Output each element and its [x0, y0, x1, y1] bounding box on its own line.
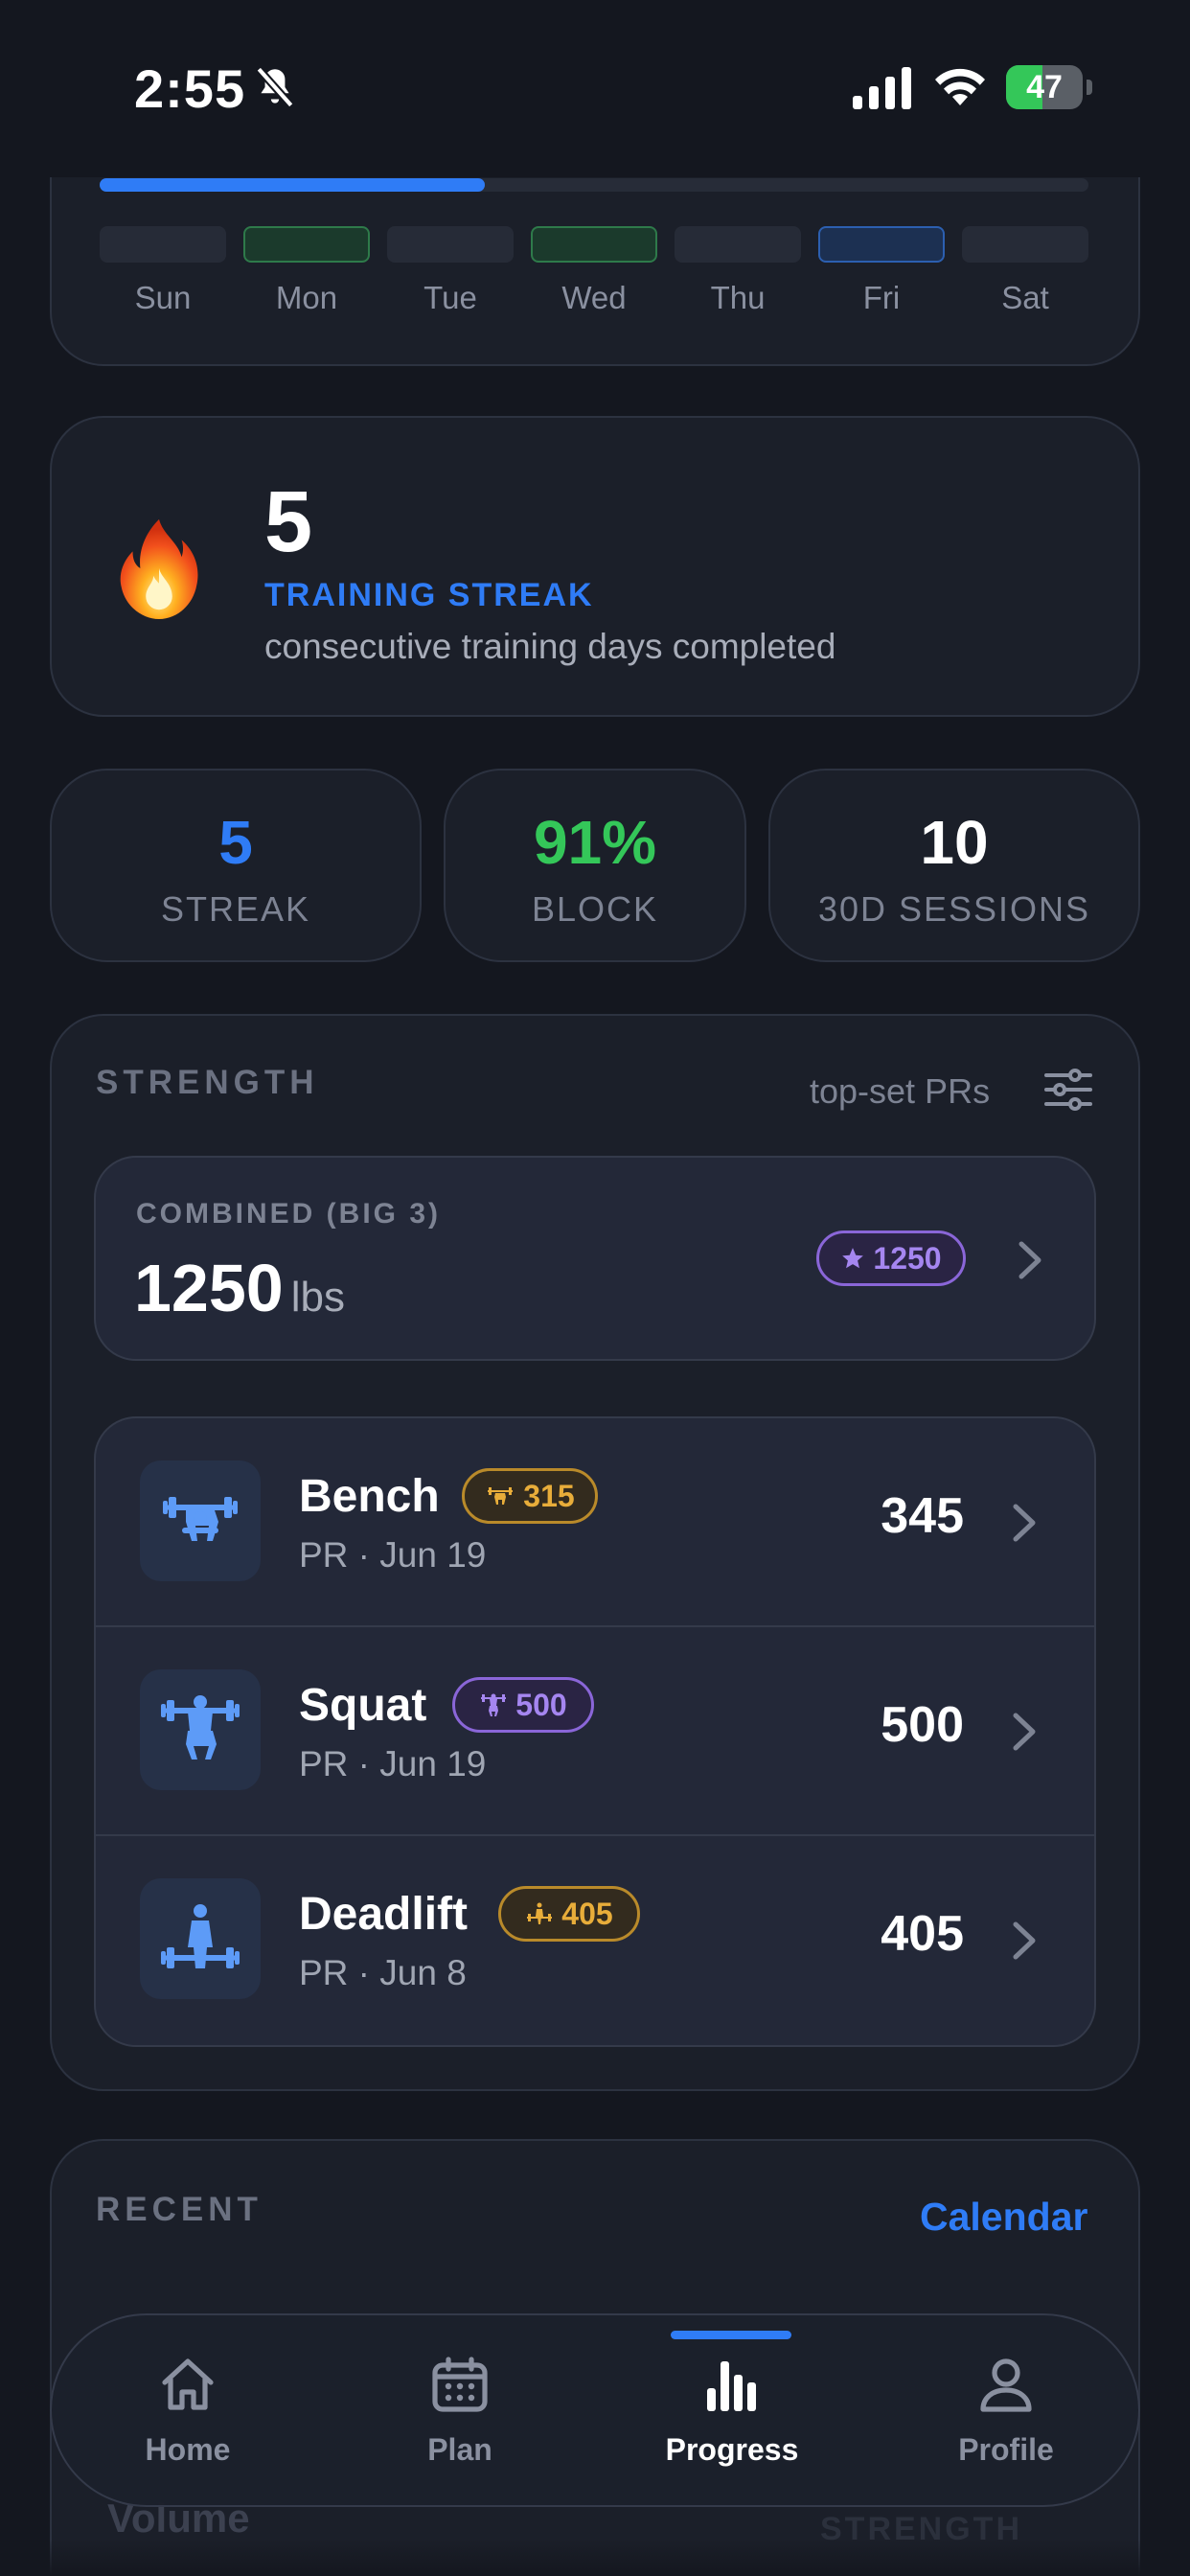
chevron-right-icon: [1018, 1241, 1041, 1279]
lift-name: Squat: [299, 1680, 427, 1731]
stat-value: 10: [920, 808, 989, 877]
chevron-right-icon: [1013, 1504, 1036, 1542]
battery-level: 47: [1026, 69, 1063, 105]
lift-pr-badge: 315: [462, 1468, 598, 1524]
wifi-icon: [935, 68, 985, 105]
bench-press-icon: [140, 1460, 261, 1581]
lift-pr-badge: 500: [452, 1677, 594, 1733]
stat-label: BLOCK: [531, 889, 659, 929]
training-streak-card[interactable]: [50, 416, 1140, 717]
day-indicator-fri: [818, 226, 945, 263]
day-indicator-tue: [387, 226, 514, 263]
streak-title: TRAINING STREAK: [264, 577, 594, 613]
pr-filter-label[interactable]: top-set PRs: [810, 1071, 990, 1112]
status-time: 2:55: [134, 58, 246, 119]
calendar-link[interactable]: Calendar: [920, 2195, 1087, 2240]
tab-plan[interactable]: Plan: [364, 2315, 556, 2507]
bell-muted-icon: [256, 66, 294, 108]
badge-value: 1250: [873, 1240, 942, 1276]
day-label: Sat: [1001, 280, 1049, 315]
active-tab-indicator: [671, 2331, 791, 2339]
day-label: Wed: [561, 280, 627, 315]
person-icon: [980, 2358, 1032, 2412]
day-indicator-sun: [100, 226, 226, 263]
squat-small-icon: [481, 1693, 507, 1716]
streak-value: 5: [264, 474, 313, 570]
lift-value: 405: [881, 1906, 964, 1962]
bench-press-small-icon: [488, 1487, 514, 1505]
stat-card-sessions[interactable]: 10 30D SESSIONS: [768, 769, 1140, 962]
deadlift-icon: [140, 1878, 261, 1999]
combined-big3-row[interactable]: COMBINED (BIG 3) 1250 lbs 1250: [94, 1156, 1096, 1361]
deadlift-small-icon: [527, 1902, 553, 1924]
stat-value: 5: [218, 808, 253, 877]
day-indicator-mon: [243, 226, 370, 263]
signal-icon: [853, 67, 911, 109]
status-bar: 2:55 47: [0, 0, 1190, 177]
bar-chart-icon: [707, 2361, 756, 2411]
day-label: Mon: [275, 280, 338, 315]
combined-value: 1250: [134, 1251, 284, 1325]
calendar-icon: [432, 2357, 488, 2412]
lift-row-bench[interactable]: Bench 315 PR · Jun 19 345: [96, 1418, 1094, 1627]
bottom-fade: [0, 2540, 1190, 2576]
sliders-icon[interactable]: [1044, 1068, 1092, 1112]
stat-card-streak[interactable]: 5 STREAK: [50, 769, 422, 962]
lift-pr-date: PR · Jun 19: [299, 1535, 487, 1575]
badge-value: 405: [561, 1896, 613, 1931]
day-label: Fri: [862, 280, 901, 315]
lift-value: 345: [881, 1488, 964, 1544]
lift-pr-date: PR · Jun 8: [299, 1953, 467, 1992]
lift-name: Deadlift: [299, 1889, 469, 1940]
badge-value: 500: [515, 1687, 567, 1722]
tab-label: Profile: [958, 2432, 1054, 2467]
lift-pr-list: Bench 315 PR · Jun 19 345 Squat 500 PR ·…: [94, 1416, 1096, 2047]
combined-unit: lbs: [290, 1274, 345, 1321]
lift-pr-date: PR · Jun 19: [299, 1744, 487, 1783]
day-indicator-sat: [962, 226, 1088, 263]
week-progress-bar: [100, 178, 1088, 192]
stat-card-block[interactable]: 91% BLOCK: [444, 769, 746, 962]
stat-label: STREAK: [160, 889, 311, 929]
tab-label: Home: [145, 2432, 231, 2467]
combined-pr-badge: 1250: [816, 1230, 966, 1286]
home-icon: [162, 2358, 214, 2410]
tab-label: Plan: [427, 2432, 492, 2467]
star-icon: [842, 1248, 864, 1269]
stat-label: 30D SESSIONS: [817, 889, 1091, 929]
squat-icon: [140, 1669, 261, 1790]
tab-progress[interactable]: Progress: [636, 2315, 828, 2507]
strength-section-title: STRENGTH: [96, 1064, 319, 1101]
lift-value: 500: [881, 1697, 964, 1753]
battery-indicator: 47: [1006, 65, 1092, 109]
streak-subtitle: consecutive training days completed: [264, 627, 836, 666]
chevron-right-icon: [1013, 1713, 1036, 1751]
day-label: Tue: [423, 280, 477, 315]
day-label: Sun: [134, 280, 192, 315]
combined-total: 1250 lbs: [134, 1250, 345, 1326]
lift-row-squat[interactable]: Squat 500 PR · Jun 19 500: [96, 1627, 1094, 1836]
day-label: Thu: [710, 280, 766, 315]
lift-pr-badge: 405: [498, 1886, 640, 1942]
day-indicator-wed: [531, 226, 657, 263]
combined-label: COMBINED (BIG 3): [136, 1198, 441, 1230]
lift-row-deadlift[interactable]: Deadlift 405 PR · Jun 8 405: [96, 1836, 1094, 2045]
fire-icon: [120, 518, 198, 620]
tab-profile[interactable]: Profile: [910, 2315, 1102, 2507]
chevron-right-icon: [1013, 1921, 1036, 1960]
tab-label: Progress: [665, 2432, 799, 2467]
badge-value: 315: [523, 1478, 575, 1513]
recent-section-title: RECENT: [96, 2191, 263, 2228]
tab-bar: Home Plan Progress Profile: [50, 2313, 1140, 2507]
day-indicator-thu: [675, 226, 801, 263]
lift-name: Bench: [299, 1471, 440, 1522]
week-progress-fill: [100, 178, 486, 192]
tab-home[interactable]: Home: [92, 2315, 284, 2507]
stat-value: 91%: [533, 808, 657, 877]
